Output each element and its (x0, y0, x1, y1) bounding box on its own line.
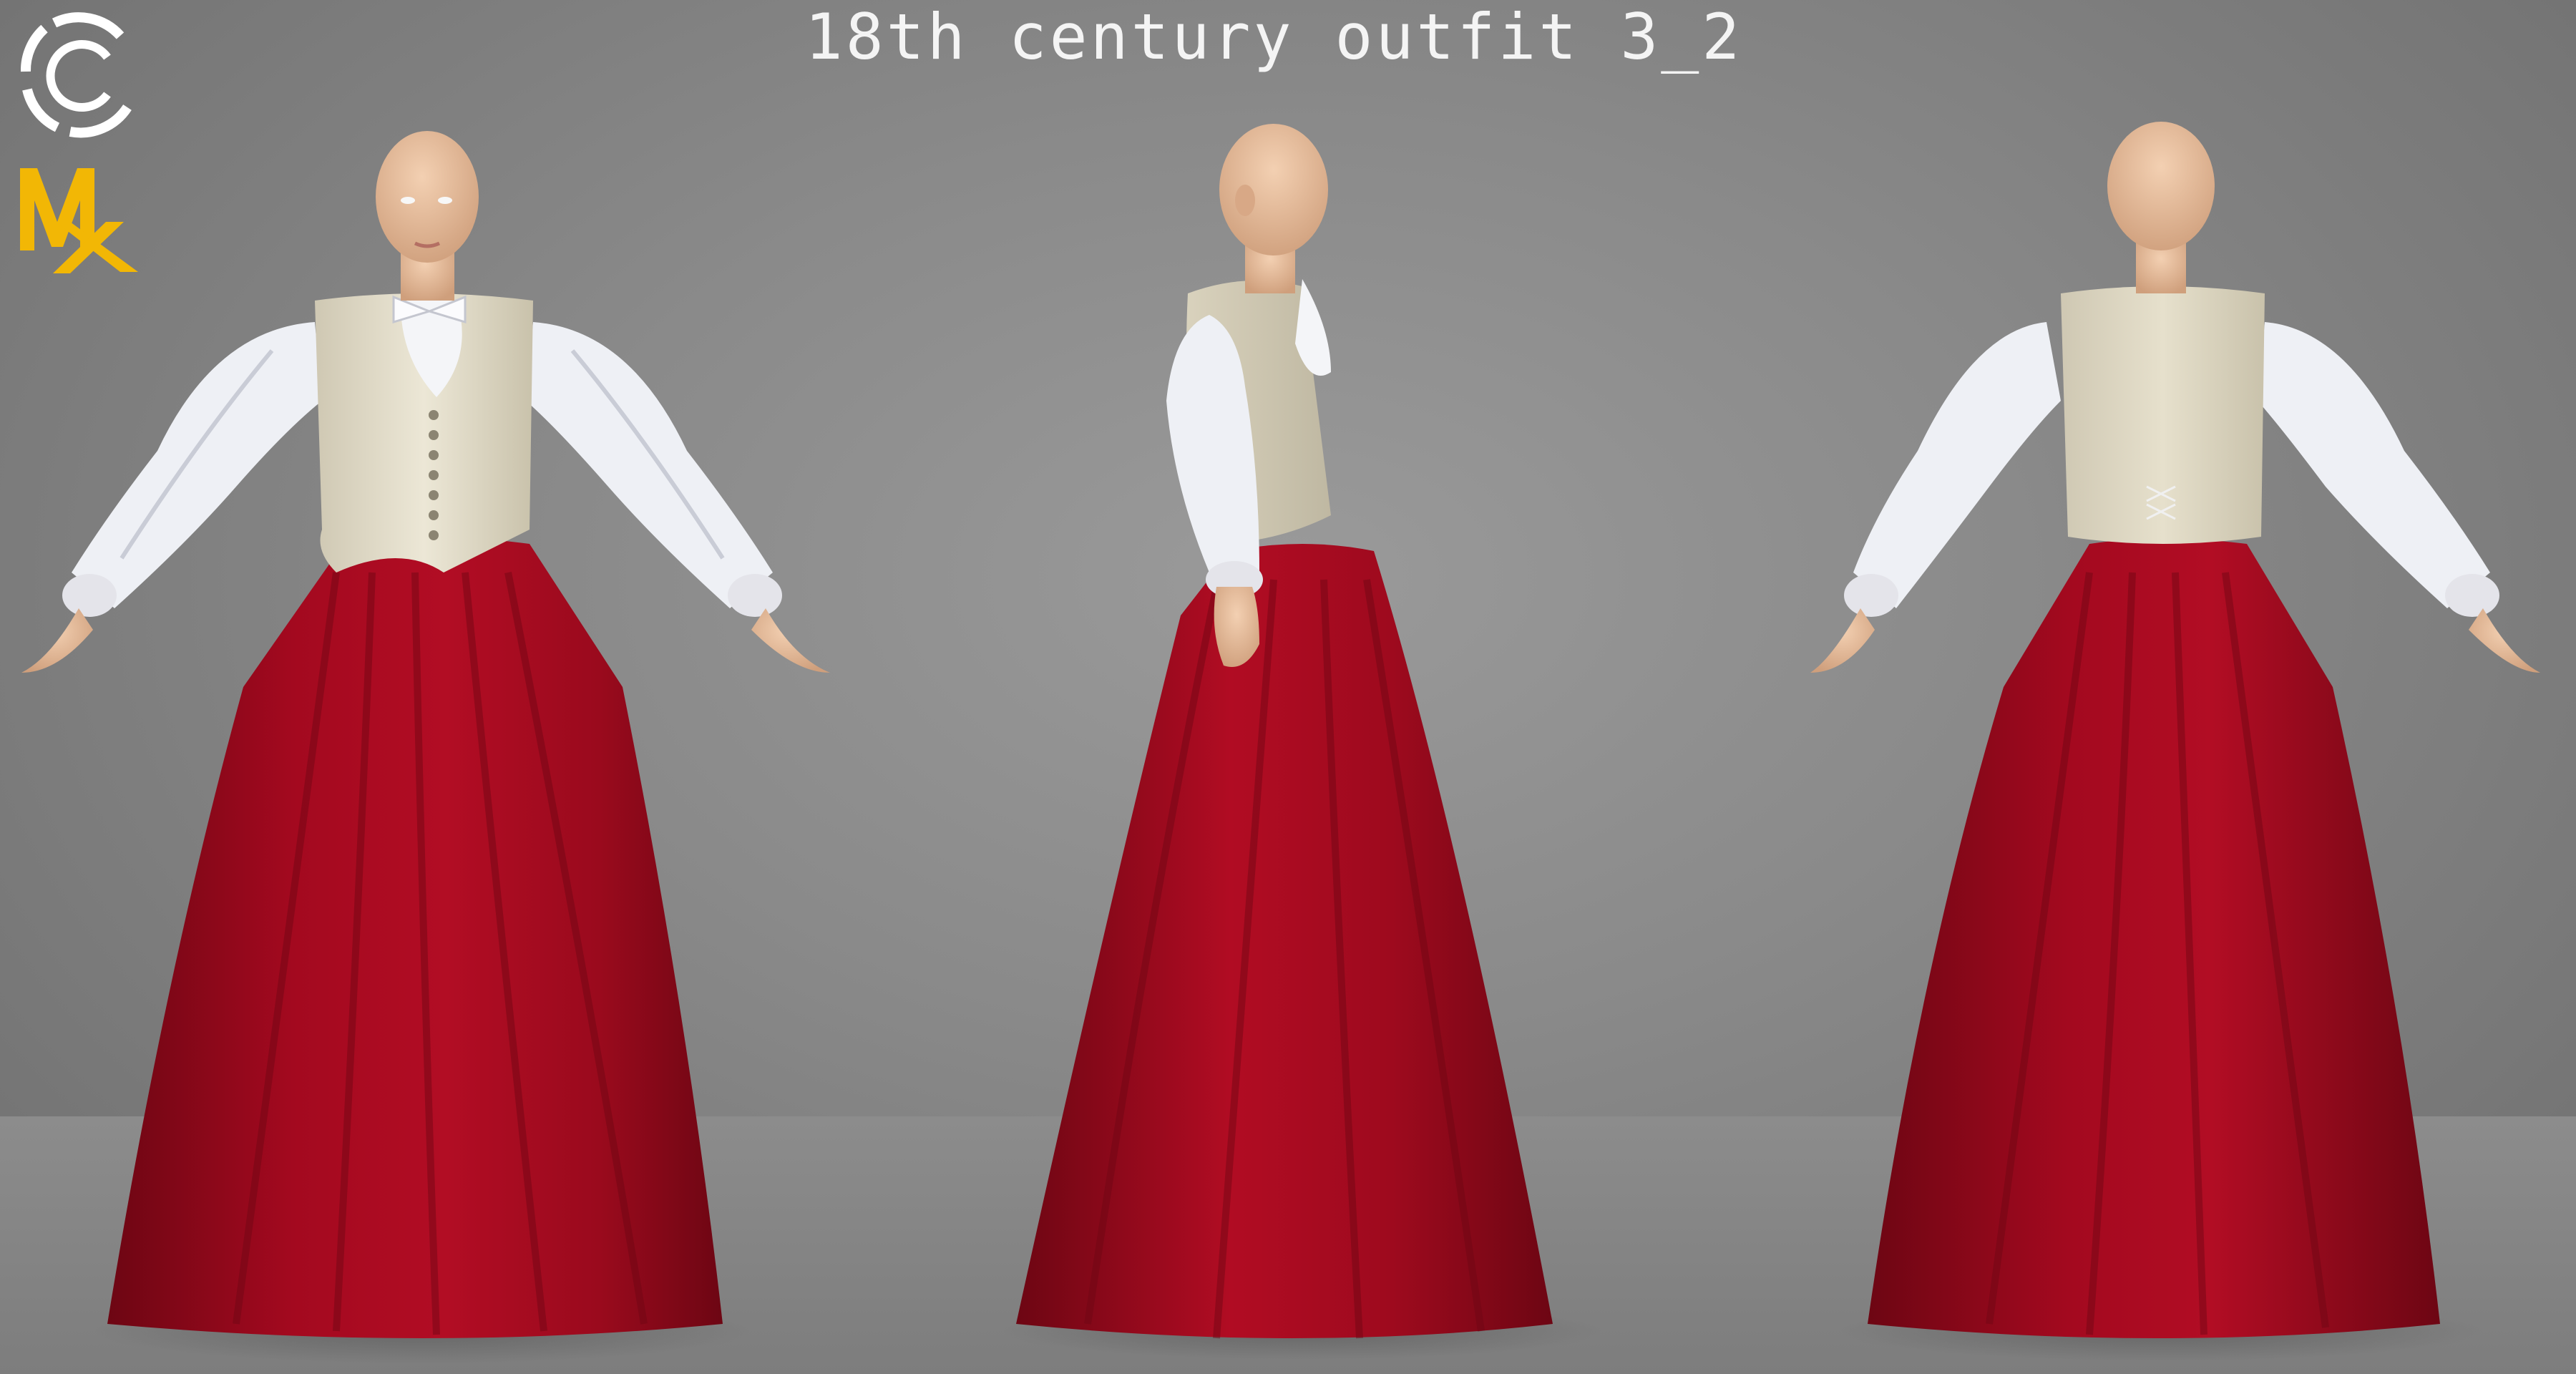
figure-front-view (21, 131, 830, 1363)
render-title: 18th century outfit 3_2 (804, 0, 1743, 74)
figure-side-view (1002, 124, 1603, 1360)
figure-back-view (1810, 122, 2540, 1361)
